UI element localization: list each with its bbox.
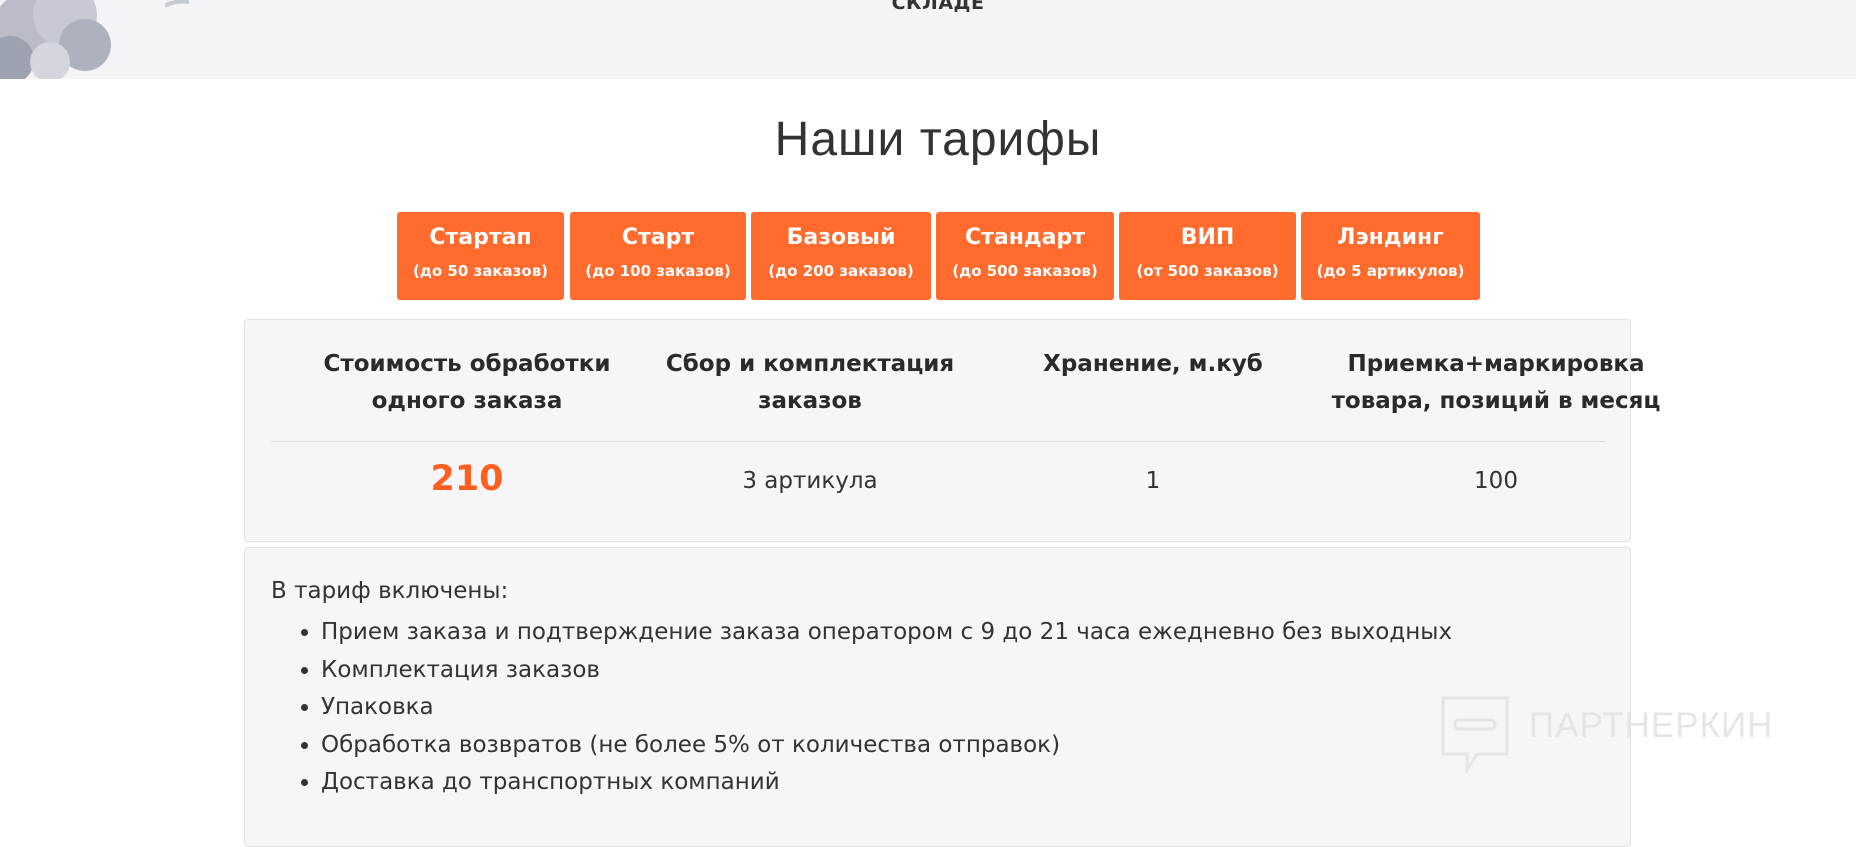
- included-list: Прием заказа и подтверждение заказа опер…: [271, 614, 1452, 802]
- tab-label: Базовый: [786, 225, 896, 250]
- tab-start[interactable]: Старт (до 100 заказов): [570, 212, 746, 300]
- column-header-order-cost: Стоимость обработки одного заказа: [323, 351, 611, 414]
- included-title: В тариф включены:: [271, 578, 509, 604]
- tab-label: Старт: [621, 225, 695, 250]
- tab-standard[interactable]: Стандарт (до 500 заказов): [936, 212, 1114, 300]
- column-header-receiving: Приемка+маркировка товара, позиций в мес…: [1331, 351, 1661, 414]
- tab-sublabel: (до 5 артикулов): [1316, 262, 1465, 280]
- receiving-value: 100: [1474, 468, 1518, 494]
- table-divider: [271, 441, 1606, 442]
- tab-landing[interactable]: Лэндинг (до 5 артикулов): [1301, 212, 1480, 300]
- column-header-assembly: Сбор и комплектация заказов: [665, 351, 955, 414]
- chat-mask-icon: [1441, 696, 1509, 776]
- tab-basic[interactable]: Базовый (до 200 заказов): [751, 212, 931, 300]
- list-item: Обработка возвратов (не более 5% от коли…: [321, 727, 1452, 765]
- list-item: Упаковка: [321, 689, 1452, 727]
- tab-sublabel: (до 50 заказов): [412, 262, 549, 280]
- tab-sublabel: (до 200 заказов): [768, 262, 914, 280]
- list-item: Прием заказа и подтверждение заказа опер…: [321, 614, 1452, 652]
- column-header-storage: Хранение, м.куб: [1043, 351, 1263, 377]
- list-item: Доставка до транспортных компаний: [321, 764, 1452, 802]
- section-title: Наши тарифы: [774, 113, 1102, 166]
- tab-label: ВИП: [1180, 225, 1235, 250]
- watermark-text: ПАРТНЕРКИН: [1529, 706, 1774, 745]
- tab-sublabel: (от 500 заказов): [1136, 262, 1279, 280]
- storage-value: 1: [1145, 468, 1161, 494]
- tab-startup[interactable]: Стартап (до 50 заказов): [397, 212, 564, 300]
- tab-label: Лэндинг: [1337, 225, 1444, 250]
- tab-label: Стартап: [429, 225, 532, 250]
- partnerkin-watermark: ПАРТНЕРКИН: [1437, 694, 1772, 776]
- included-panel: В тариф включены: Прием заказа и подтвер…: [244, 547, 1631, 847]
- order-cost-value: 210: [430, 459, 504, 499]
- assembly-value: 3 артикула: [742, 468, 878, 494]
- hero-caption: СКЛАДЕ: [891, 0, 985, 14]
- hero-banner-bottom: СКЛАДЕ: [0, 0, 1856, 79]
- tab-sublabel: (до 100 заказов): [585, 262, 731, 280]
- list-item: Комплектация заказов: [321, 652, 1452, 690]
- tab-sublabel: (до 500 заказов): [952, 262, 1098, 280]
- tab-label: Стандарт: [964, 225, 1086, 250]
- pricing-panel: Стоимость обработки одного заказа Сбор и…: [244, 319, 1660, 542]
- tab-vip[interactable]: ВИП (от 500 заказов): [1119, 212, 1296, 300]
